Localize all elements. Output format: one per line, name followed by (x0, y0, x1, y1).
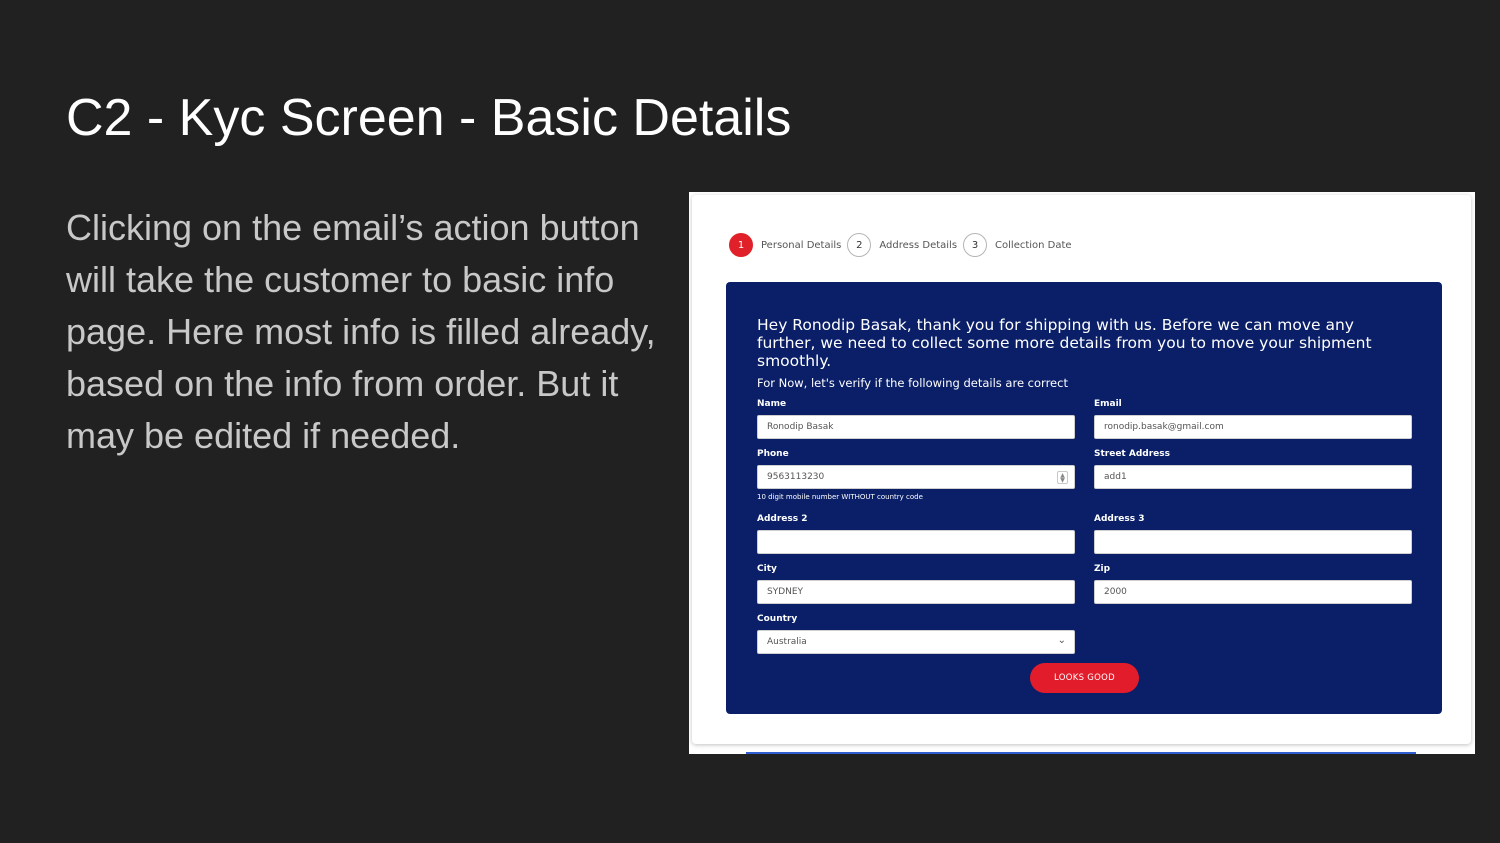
phone-label: Phone (757, 449, 789, 459)
looks-good-button[interactable]: LOOKS GOOD (1030, 663, 1139, 693)
phone-input[interactable]: 9563113230 ▲ ▼ (757, 465, 1075, 489)
email-label: Email (1094, 399, 1122, 409)
name-field-group: Name Ronodip Basak (757, 399, 1075, 439)
chevron-down-icon: ⌄ (1057, 635, 1066, 646)
phone-value: 9563113230 (767, 472, 825, 482)
street-address-label: Street Address (1094, 449, 1170, 459)
intro-message: Hey Ronodip Basak, thank you for shippin… (757, 316, 1372, 370)
email-field-group: Email ronodip.basak@gmail.com (1094, 399, 1412, 439)
country-field-group: Country Australia ⌄ (757, 614, 1075, 654)
divider (746, 752, 1416, 754)
name-input[interactable]: Ronodip Basak (757, 415, 1075, 439)
step-label: Address Details (879, 239, 958, 251)
slide-description: Clicking on the email’s action button wi… (66, 207, 656, 456)
step-collection-date[interactable]: 3 Collection Date (963, 233, 1072, 257)
zip-label: Zip (1094, 564, 1111, 574)
country-label: Country (757, 614, 798, 624)
stepper: 1 Personal Details 2 Address Details 3 C… (729, 233, 1078, 257)
slide-title: C2 - Kyc Screen - Basic Details (66, 89, 792, 147)
step-address-details[interactable]: 2 Address Details (847, 233, 957, 257)
kyc-card: 1 Personal Details 2 Address Details 3 C… (692, 195, 1471, 744)
street-address-input[interactable]: add1 (1094, 465, 1412, 489)
kyc-screenshot: 1 Personal Details 2 Address Details 3 C… (689, 192, 1475, 754)
address3-input[interactable] (1094, 530, 1412, 554)
step-number: 2 (847, 233, 872, 257)
address3-field-group: Address 3 (1094, 514, 1412, 554)
zip-input[interactable]: 2000 (1094, 580, 1412, 604)
address3-label: Address 3 (1094, 514, 1145, 524)
street-address-field-group: Street Address add1 (1094, 449, 1412, 489)
city-field-group: City SYDNEY (757, 564, 1075, 604)
step-personal-details[interactable]: 1 Personal Details (729, 233, 841, 257)
step-label: Personal Details (761, 239, 842, 251)
phone-hint: 10 digit mobile number WITHOUT country c… (757, 493, 923, 501)
verify-prompt: For Now, let's verify if the following d… (757, 376, 1068, 390)
address2-label: Address 2 (757, 514, 808, 524)
email-input[interactable]: ronodip.basak@gmail.com (1094, 415, 1412, 439)
country-value: Australia (767, 637, 807, 647)
address2-input[interactable] (757, 530, 1075, 554)
details-form: Hey Ronodip Basak, thank you for shippin… (726, 282, 1442, 714)
step-label: Collection Date (995, 239, 1072, 251)
phone-field-group: Phone 9563113230 ▲ ▼ 10 digit mobile numb… (757, 449, 1075, 501)
step-number: 1 (729, 233, 753, 257)
step-number: 3 (963, 233, 988, 257)
address2-field-group: Address 2 (757, 514, 1075, 554)
country-select[interactable]: Australia ⌄ (757, 630, 1075, 654)
name-label: Name (757, 399, 787, 409)
slide: C2 - Kyc Screen - Basic Details Clicking… (0, 0, 1500, 843)
city-input[interactable]: SYDNEY (757, 580, 1075, 604)
number-spinner-icon[interactable]: ▲ ▼ (1057, 471, 1068, 484)
city-label: City (757, 564, 777, 574)
zip-field-group: Zip 2000 (1094, 564, 1412, 604)
